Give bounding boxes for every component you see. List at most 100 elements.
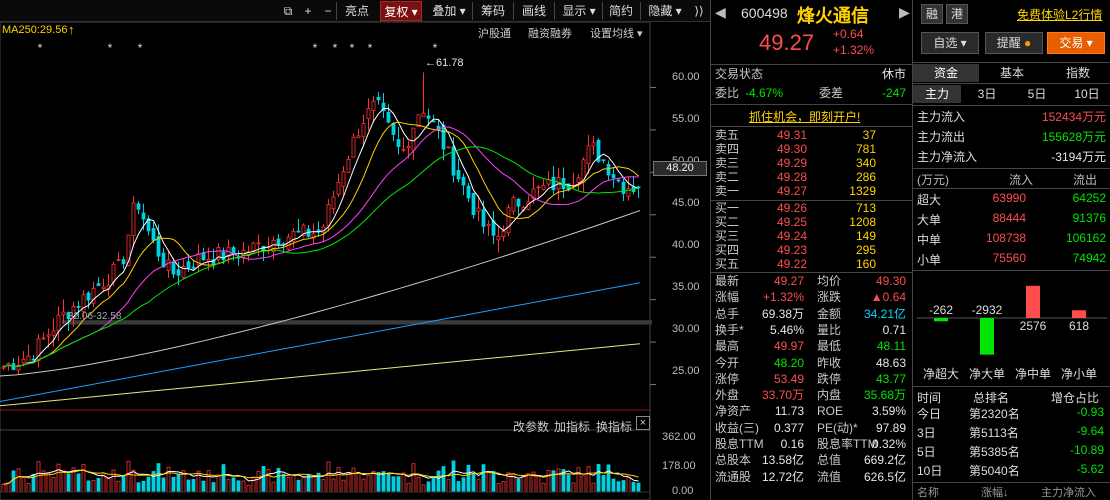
stat-label: 最低 <box>817 339 842 354</box>
volume-bar <box>201 480 206 493</box>
candle-body <box>376 96 381 101</box>
tab-main[interactable]: 主力 <box>913 85 961 103</box>
candle-body <box>361 123 366 138</box>
candle-body <box>426 115 431 119</box>
margin-badge[interactable]: 融 <box>921 4 943 24</box>
ask-price: 49.27 <box>777 184 808 198</box>
ma250-label: MA250:29.56 <box>2 24 68 36</box>
volume-bar <box>441 466 446 493</box>
candle-body <box>176 269 181 276</box>
footer-net-inflow[interactable]: 主力净流入 <box>1041 484 1096 500</box>
candle-body <box>116 259 121 261</box>
link-hk-connect[interactable]: 沪股通 <box>478 25 511 41</box>
ask-price: 49.28 <box>777 170 808 184</box>
volume-bar <box>21 477 26 493</box>
alert-button[interactable]: 提醒 ● <box>985 32 1043 54</box>
net-flow-bar-chart: -262 净超大 -2932 净大单 2576 净中单 618 净小单 <box>917 285 1107 381</box>
switch-indicator-button[interactable]: 换指标 <box>596 418 632 435</box>
candle-body <box>296 230 301 233</box>
volume-bar <box>176 473 181 493</box>
order-in-value: 108738 <box>985 231 1026 245</box>
ma-long-line <box>0 282 641 402</box>
tab-fund[interactable]: 资金 <box>913 64 979 82</box>
minus-icon[interactable]: − <box>320 1 336 21</box>
prev-stock-icon[interactable]: ◀ <box>715 4 726 21</box>
flow-value: 152434万元 <box>1041 110 1106 124</box>
volume-bar <box>216 474 221 493</box>
volume-bar <box>246 484 251 493</box>
ask-row: 卖三 49.29 340 <box>715 156 910 170</box>
tab-index[interactable]: 指数 <box>1045 64 1110 82</box>
stat-value: 3.59% <box>871 404 906 419</box>
ask-label: 卖三 <box>715 156 740 170</box>
bid-label: 买一 <box>715 201 740 215</box>
stat-row: 股息TTM 0.16 股息率TTM 0.32% <box>715 437 910 452</box>
collapse-arrows-icon[interactable]: ⟩⟩ <box>690 1 708 21</box>
volume-bar <box>461 477 466 493</box>
stat-label: 涨跌 <box>817 290 842 305</box>
trade-button[interactable]: 交易 ▾ <box>1047 32 1105 54</box>
volume-bar <box>141 480 146 493</box>
bid-row: 买二 49.25 1208 <box>715 215 910 229</box>
watchlist-button[interactable]: 自选 ▾ <box>921 32 979 54</box>
tab-5day[interactable]: 5日 <box>1013 85 1061 103</box>
ask-row: 卖二 49.28 286 <box>715 170 910 184</box>
toolbar-item-adjust[interactable]: 复权 ▾ <box>380 1 422 21</box>
level2-trial-link[interactable]: 免费体验L2行情 <box>1017 6 1102 23</box>
stat-value: 97.89 <box>875 420 906 435</box>
candle-body <box>131 202 136 236</box>
ask-volume: 1329 <box>849 184 876 198</box>
promo-link[interactable]: 抓住机会，即刻开户! <box>749 108 860 125</box>
toolbar-item-chips[interactable]: 筹码 <box>474 1 512 21</box>
hk-badge[interactable]: 港 <box>946 4 968 24</box>
toolbar-item-hide[interactable]: 隐藏 ▾ <box>642 1 688 21</box>
link-margin[interactable]: 融资融券 <box>528 25 572 41</box>
volume-bar <box>636 482 641 493</box>
chart-frame <box>0 22 651 500</box>
volume-bar <box>426 481 431 493</box>
quote-panel: ◀ 600498 烽火通信 ▶ 49.27 +0.64 +1.32% 交易状态 … <box>710 0 913 500</box>
volume-bar <box>126 460 131 493</box>
volume-bar <box>336 467 341 493</box>
volume-bar <box>256 471 261 493</box>
peak-annotation: ←61.78 <box>425 57 464 69</box>
next-stock-icon[interactable]: ▶ <box>899 4 910 21</box>
link-ma-settings[interactable]: 设置均线 ▾ <box>590 25 643 41</box>
bid-price: 49.26 <box>777 201 808 215</box>
copy-icon[interactable]: ⧉ <box>280 1 296 21</box>
candle-body <box>516 198 521 207</box>
tab-10day[interactable]: 10日 <box>1063 85 1110 103</box>
plus-icon[interactable]: + <box>300 1 316 21</box>
stat-label: 总手 <box>715 306 740 321</box>
rank-header: 总排名 <box>973 391 1010 405</box>
rank-pct: -9.64 <box>1076 424 1104 438</box>
tab-basic[interactable]: 基本 <box>979 64 1045 82</box>
toolbar-item-display[interactable]: 显示 ▾ <box>556 1 602 21</box>
stat-value: 53.49 <box>773 371 804 386</box>
rank-time-header: 时间 <box>917 391 942 405</box>
volume-bar <box>451 460 456 493</box>
footer-change[interactable]: 涨幅↓ <box>981 484 1009 500</box>
volume-bar <box>606 464 611 493</box>
volume-bar <box>261 466 266 493</box>
tab-3day[interactable]: 3日 <box>963 85 1011 103</box>
net-flow-bar <box>934 318 948 322</box>
candle-body <box>496 235 501 241</box>
toolbar-item-highlights[interactable]: 亮点 <box>338 1 376 21</box>
candle-body <box>446 146 451 149</box>
rank-pct: -0.93 <box>1076 405 1104 419</box>
bid-label: 买五 <box>715 257 740 271</box>
candle-body <box>371 100 376 111</box>
close-icon[interactable]: × <box>636 416 650 430</box>
toolbar-item-overlay[interactable]: 叠加 ▾ <box>426 1 472 21</box>
rank-pct: -10.89 <box>1069 443 1104 457</box>
volume-bar <box>56 463 61 493</box>
order-out-value: 106162 <box>1065 231 1106 245</box>
stat-row: 流通股 12.72亿 流值 626.5亿 <box>715 470 910 485</box>
footer-name[interactable]: 名称 <box>917 484 939 500</box>
add-indicator-button[interactable]: 加指标 <box>554 418 590 435</box>
change-params-button[interactable]: 改参数 <box>513 418 549 435</box>
stat-value: 35.68万 <box>863 388 906 403</box>
toolbar-item-simple[interactable]: 简约 <box>604 1 638 21</box>
toolbar-item-draw[interactable]: 画线 <box>515 1 553 21</box>
